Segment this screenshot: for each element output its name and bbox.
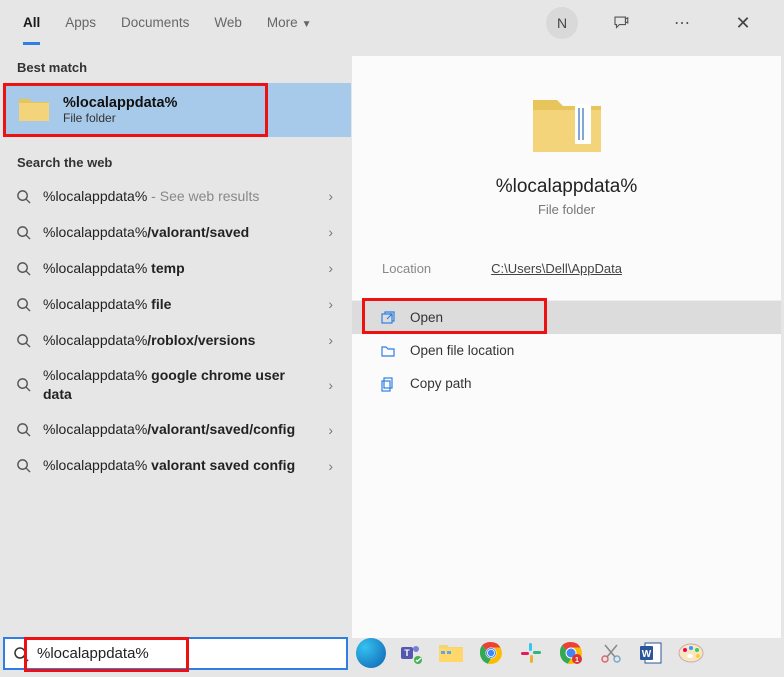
- web-result-item[interactable]: %localappdata% temp ›: [3, 250, 351, 286]
- chevron-right-icon[interactable]: ›: [324, 422, 337, 438]
- user-avatar[interactable]: N: [546, 7, 578, 39]
- action-open-label: Open: [410, 310, 443, 325]
- results-panel: Best match %localappdata% File folder Se…: [3, 46, 351, 638]
- taskbar-snip-icon[interactable]: [596, 638, 626, 668]
- search-bar[interactable]: [3, 637, 348, 670]
- close-button[interactable]: ✕: [725, 5, 761, 41]
- web-result-text: %localappdata% temp: [43, 259, 314, 278]
- web-result-item[interactable]: %localappdata% file ›: [3, 286, 351, 322]
- tab-documents[interactable]: Documents: [121, 2, 189, 45]
- search-icon: [13, 261, 33, 276]
- taskbar-edge-icon[interactable]: [356, 638, 386, 668]
- search-icon: [11, 646, 31, 662]
- chevron-right-icon[interactable]: ›: [324, 377, 337, 393]
- chevron-right-icon[interactable]: ›: [324, 224, 337, 240]
- chevron-right-icon[interactable]: ›: [324, 332, 337, 348]
- best-match-title: %localappdata%: [63, 95, 177, 111]
- taskbar-chrome-canary-icon[interactable]: 1: [556, 638, 586, 668]
- taskbar-paint-icon[interactable]: [676, 638, 706, 668]
- web-result-item[interactable]: %localappdata%/valorant/saved ›: [3, 214, 351, 250]
- search-icon: [13, 458, 33, 473]
- search-icon: [13, 377, 33, 392]
- taskbar-chrome-icon[interactable]: [476, 638, 506, 668]
- search-icon: [13, 189, 33, 204]
- taskbar-slack-icon[interactable]: [516, 638, 546, 668]
- web-result-text: %localappdata% - See web results: [43, 187, 314, 206]
- web-result-text: %localappdata%/roblox/versions: [43, 331, 314, 350]
- folder-icon-large: [527, 90, 607, 160]
- location-label: Location: [382, 261, 431, 276]
- chevron-right-icon[interactable]: ›: [324, 188, 337, 204]
- search-icon: [13, 297, 33, 312]
- svg-text:W: W: [642, 649, 652, 660]
- tab-web[interactable]: Web: [214, 2, 242, 45]
- action-copy-path[interactable]: Copy path: [352, 367, 781, 400]
- web-result-item[interactable]: %localappdata%/roblox/versions ›: [3, 322, 351, 358]
- web-result-item[interactable]: %localappdata% - See web results ›: [3, 178, 351, 214]
- taskbar-word-icon[interactable]: W: [636, 638, 666, 668]
- copy-icon: [380, 376, 396, 392]
- web-result-item[interactable]: %localappdata%/valorant/saved/config ›: [3, 412, 351, 448]
- open-icon: [380, 310, 396, 326]
- action-open-file-location[interactable]: Open file location: [352, 334, 781, 367]
- preview-panel: %localappdata% File folder Location C:\U…: [351, 56, 781, 638]
- web-result-text: %localappdata% valorant saved config: [43, 456, 314, 475]
- web-result-text: %localappdata%/valorant/saved: [43, 223, 314, 242]
- taskbar-explorer-icon[interactable]: [436, 638, 466, 668]
- search-icon: [13, 422, 33, 437]
- chevron-right-icon[interactable]: ›: [324, 296, 337, 312]
- taskbar: T 1 W: [350, 634, 712, 672]
- action-open[interactable]: Open: [352, 301, 781, 334]
- chevron-right-icon[interactable]: ›: [324, 260, 337, 276]
- tab-more[interactable]: More▼: [267, 2, 312, 45]
- search-input[interactable]: [37, 645, 340, 662]
- preview-title: %localappdata%: [352, 176, 781, 198]
- action-open-loc-label: Open file location: [410, 343, 514, 358]
- tab-apps[interactable]: Apps: [65, 2, 96, 45]
- section-search-web: Search the web: [3, 137, 351, 178]
- web-result-text: %localappdata%/valorant/saved/config: [43, 420, 314, 439]
- svg-text:T: T: [404, 648, 410, 658]
- best-match-subtitle: File folder: [63, 111, 177, 125]
- svg-text:1: 1: [575, 657, 579, 664]
- preview-subtitle: File folder: [352, 202, 781, 217]
- folder-outline-icon: [380, 343, 396, 359]
- taskbar-teams-icon[interactable]: T: [396, 638, 426, 668]
- feedback-icon[interactable]: [603, 5, 639, 41]
- web-result-item[interactable]: %localappdata% valorant saved config ›: [3, 448, 351, 484]
- tab-all[interactable]: All: [23, 2, 40, 45]
- action-copy-label: Copy path: [410, 376, 472, 391]
- folder-icon: [17, 93, 51, 127]
- location-value[interactable]: C:\Users\Dell\AppData: [491, 261, 622, 276]
- search-icon: [13, 225, 33, 240]
- best-match-item[interactable]: %localappdata% File folder: [3, 83, 351, 137]
- web-result-item[interactable]: %localappdata% google chrome user data ›: [3, 358, 351, 412]
- chevron-right-icon[interactable]: ›: [324, 458, 337, 474]
- more-options-icon[interactable]: ⋯: [664, 5, 700, 41]
- web-result-text: %localappdata% google chrome user data: [43, 366, 314, 404]
- section-best-match: Best match: [3, 46, 351, 83]
- search-icon: [13, 333, 33, 348]
- search-tabs: All Apps Documents Web More▼ N ⋯ ✕: [3, 0, 781, 46]
- web-result-text: %localappdata% file: [43, 295, 314, 314]
